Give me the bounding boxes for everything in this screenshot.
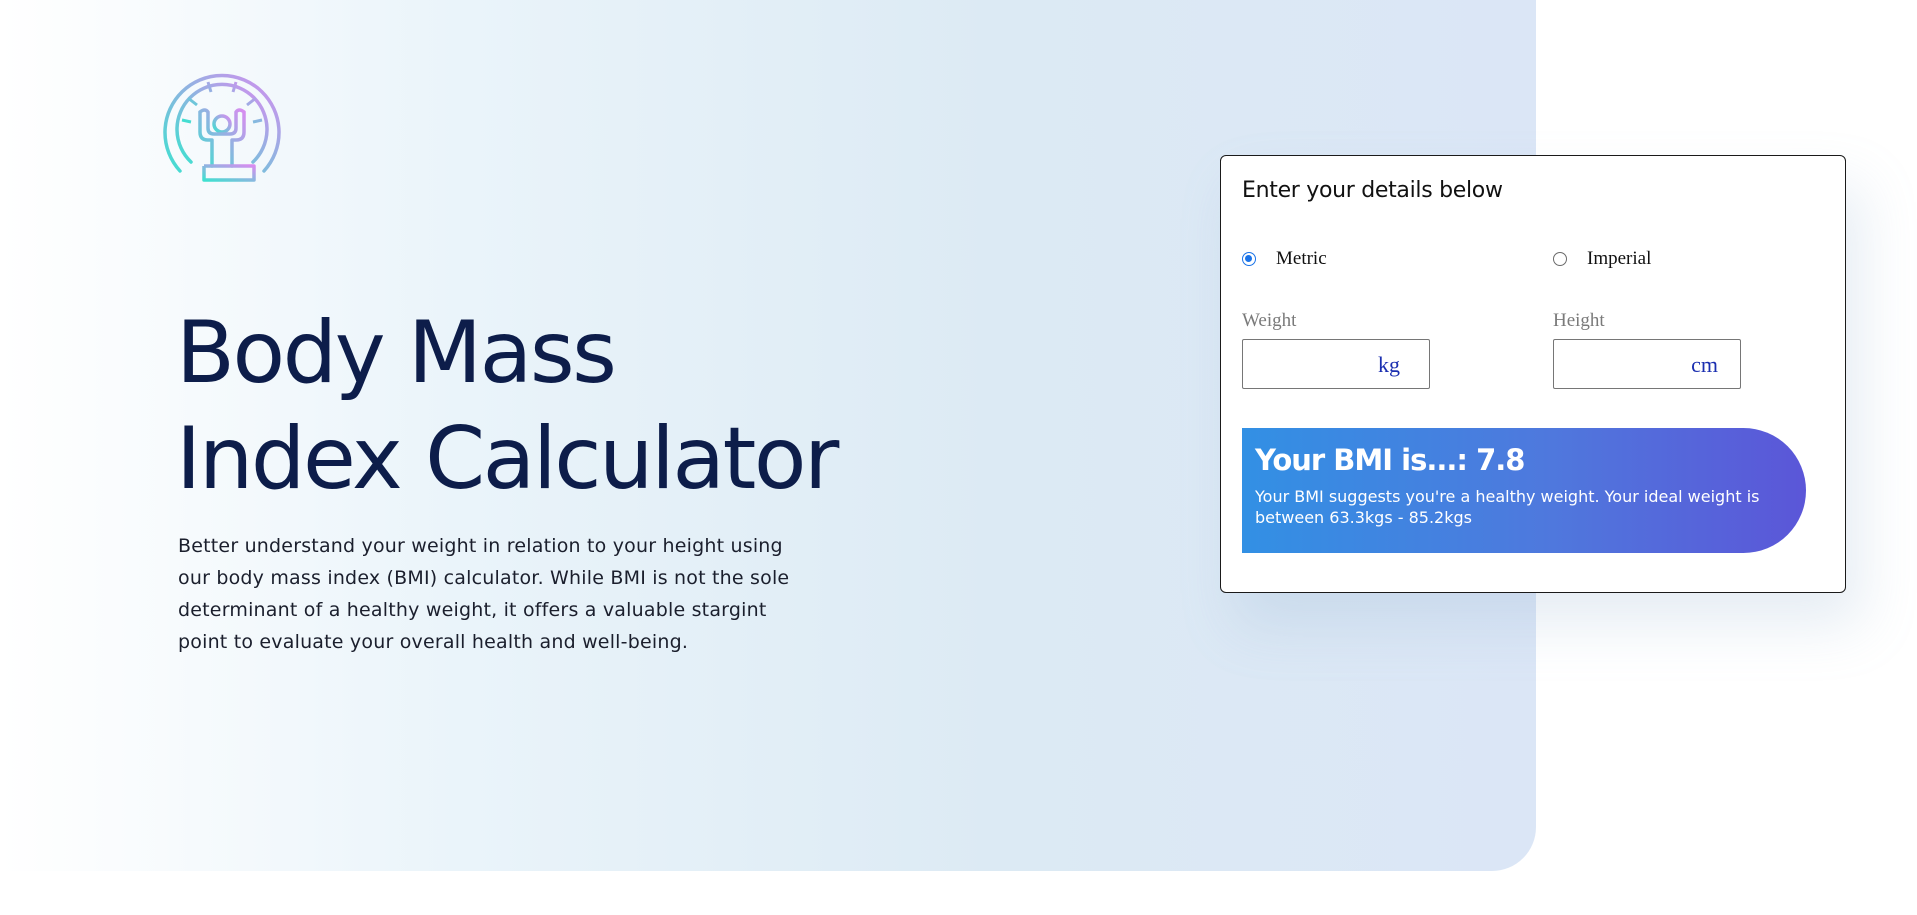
weight-label: Weight: [1242, 310, 1297, 331]
page-title-line-1: Body Mass: [176, 303, 617, 403]
calculator-heading: Enter your details below: [1242, 178, 1503, 203]
height-field[interactable]: cm: [1553, 339, 1741, 389]
weight-field[interactable]: kg: [1242, 339, 1430, 389]
metric-radio-label[interactable]: Metric: [1276, 248, 1327, 270]
bmi-result-panel: Your BMI is...: 7.8 Your BMI suggests yo…: [1242, 428, 1806, 553]
metric-radio-button[interactable]: [1242, 252, 1256, 266]
weight-unit: kg: [1378, 352, 1400, 377]
imperial-radio-button[interactable]: [1553, 252, 1567, 266]
bmi-calculator-card: Enter your details below Metric Imperial…: [1220, 155, 1846, 593]
metric-radio-option[interactable]: Metric: [1242, 248, 1327, 270]
bmi-result-title: Your BMI is...: 7.8: [1255, 443, 1525, 477]
bmi-logo-icon: [160, 66, 284, 190]
page-title: Body Mass Index Calculator: [176, 300, 936, 512]
imperial-radio-option[interactable]: Imperial: [1553, 248, 1651, 270]
height-input[interactable]: [1554, 340, 1684, 388]
height-unit: cm: [1691, 352, 1718, 377]
height-label: Height: [1553, 310, 1605, 331]
bmi-result-description: Your BMI suggests you're a healthy weigh…: [1255, 487, 1760, 527]
weight-input[interactable]: [1243, 340, 1373, 388]
imperial-radio-label[interactable]: Imperial: [1587, 248, 1651, 270]
hero-description: Better understand your weight in relatio…: [178, 535, 790, 653]
page-title-line-2: Index Calculator: [176, 409, 839, 509]
